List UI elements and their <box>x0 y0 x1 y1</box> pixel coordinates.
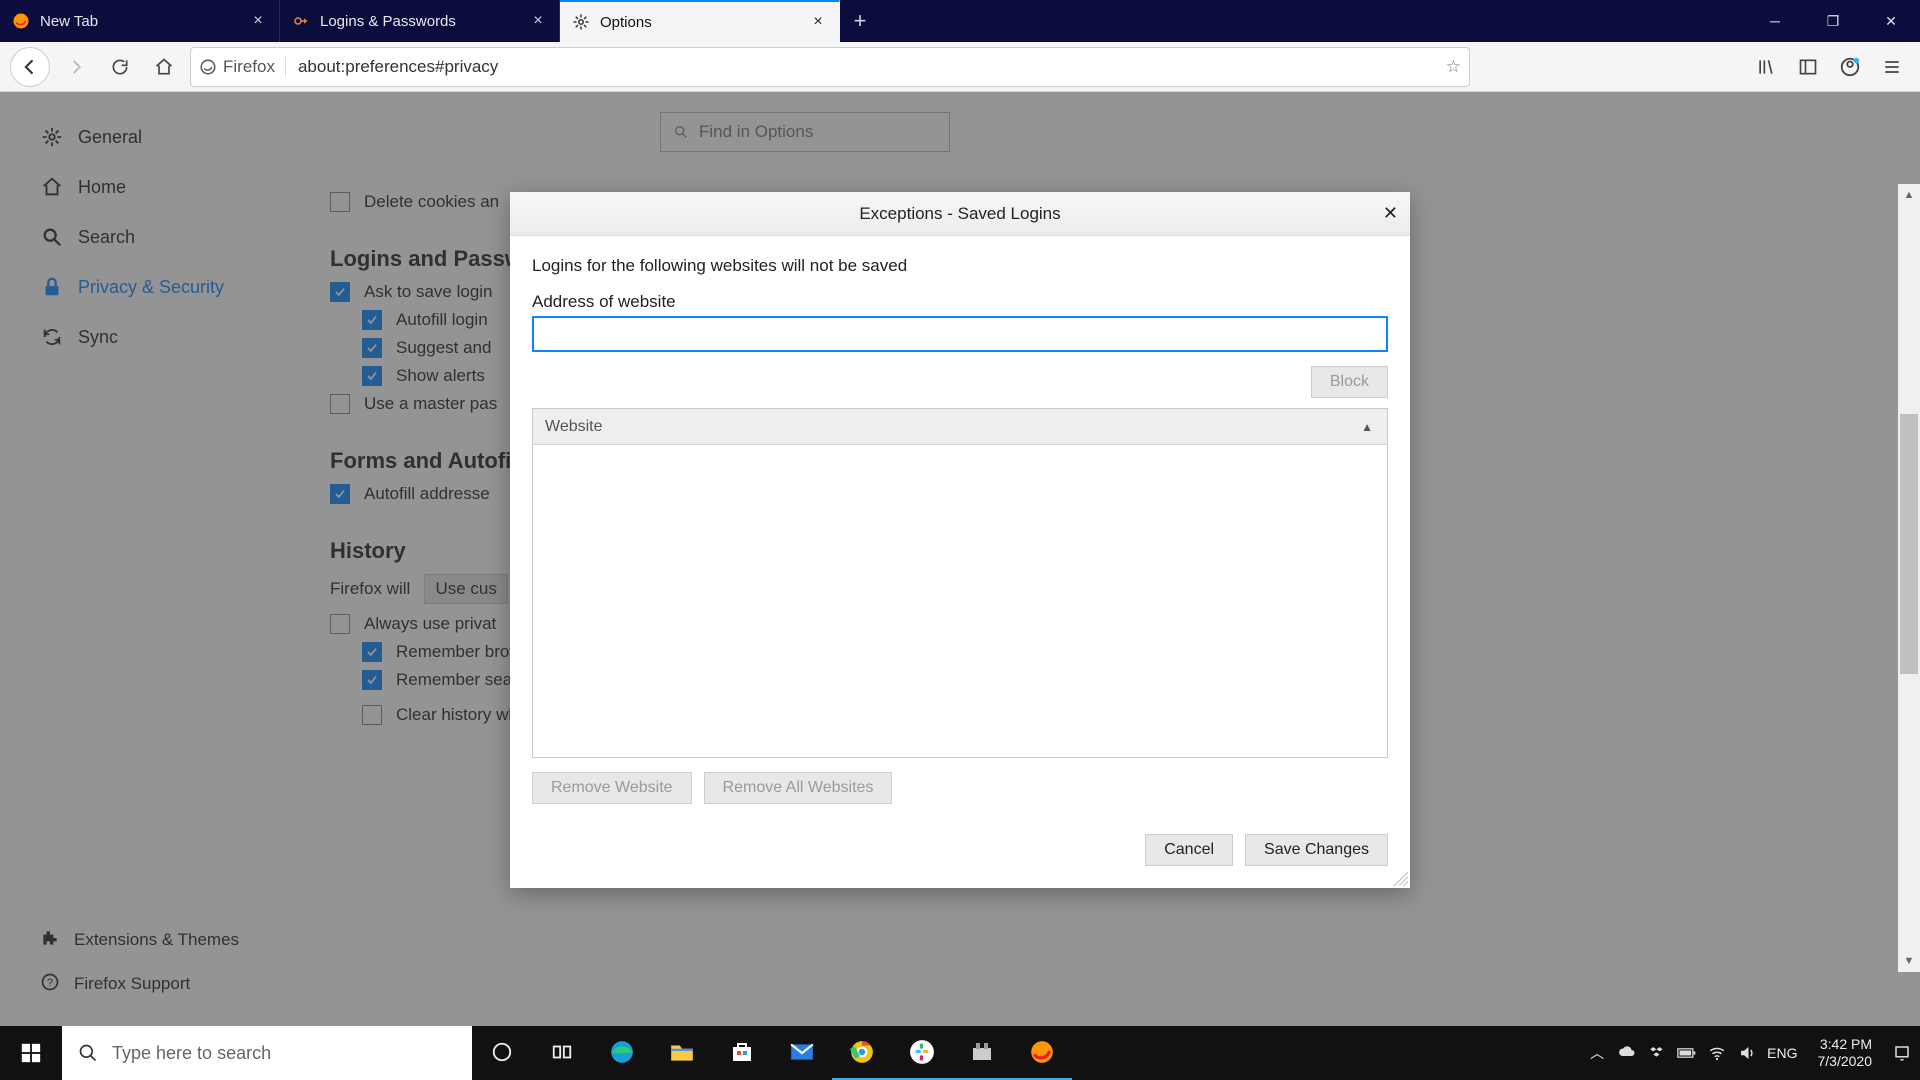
sidebar-icon[interactable] <box>1790 49 1826 85</box>
tab-new-tab[interactable]: New Tab × <box>0 0 280 42</box>
titlebar: New Tab × Logins & Passwords × Options ×… <box>0 0 1920 42</box>
cortana-icon[interactable] <box>472 1026 532 1080</box>
tray-expand-icon[interactable]: ︿ <box>1587 1043 1607 1063</box>
slack-icon[interactable] <box>892 1026 952 1080</box>
address-label: Address of website <box>532 292 1388 312</box>
file-explorer-icon[interactable] <box>652 1026 712 1080</box>
tab-logins[interactable]: Logins & Passwords × <box>280 0 560 42</box>
identity-label: Firefox <box>223 57 275 77</box>
exceptions-list[interactable]: Website ▲ <box>532 408 1388 758</box>
wifi-icon[interactable] <box>1707 1043 1727 1063</box>
tab-label: Options <box>600 14 809 31</box>
tab-label: New Tab <box>40 13 249 30</box>
reload-button[interactable] <box>102 49 138 85</box>
sort-asc-icon: ▲ <box>1361 420 1373 434</box>
remove-all-websites-button[interactable]: Remove All Websites <box>704 772 893 804</box>
url-bar[interactable]: Firefox about:preferences#privacy ☆ <box>190 47 1470 87</box>
scroll-down-arrow-icon[interactable]: ▼ <box>1898 950 1920 972</box>
firefox-mono-icon <box>199 58 217 76</box>
scrollbar-thumb[interactable] <box>1900 414 1918 674</box>
clock-date: 7/3/2020 <box>1818 1053 1873 1070</box>
dialog-close-button[interactable]: ✕ <box>1383 203 1398 224</box>
notifications-icon[interactable] <box>1892 1043 1912 1063</box>
store-icon[interactable] <box>712 1026 772 1080</box>
nav-toolbar: Firefox about:preferences#privacy ☆ <box>0 42 1920 92</box>
mail-icon[interactable] <box>772 1026 832 1080</box>
search-placeholder: Type here to search <box>112 1043 271 1064</box>
toolbar-right <box>1748 49 1910 85</box>
close-icon[interactable]: × <box>249 12 267 30</box>
clock-time: 3:42 PM <box>1818 1036 1873 1053</box>
firefox-icon <box>12 12 30 30</box>
exceptions-dialog: Exceptions - Saved Logins ✕ Logins for t… <box>510 192 1410 888</box>
tab-label: Logins & Passwords <box>320 13 529 30</box>
save-changes-button[interactable]: Save Changes <box>1245 834 1388 866</box>
menu-icon[interactable] <box>1874 49 1910 85</box>
start-button[interactable] <box>0 1026 62 1080</box>
back-button[interactable] <box>10 47 50 87</box>
dropbox-icon[interactable] <box>1647 1043 1667 1063</box>
dialog-description: Logins for the following websites will n… <box>532 256 1388 276</box>
address-input[interactable] <box>532 316 1388 352</box>
dialog-titlebar: Exceptions - Saved Logins ✕ <box>510 192 1410 236</box>
account-icon[interactable] <box>1832 49 1868 85</box>
identity-box[interactable]: Firefox <box>199 57 286 77</box>
list-header-website[interactable]: Website ▲ <box>533 409 1387 445</box>
close-icon[interactable]: × <box>809 13 827 31</box>
new-tab-button[interactable]: + <box>840 0 880 42</box>
dialog-title-text: Exceptions - Saved Logins <box>859 204 1060 224</box>
url-text: about:preferences#privacy <box>286 57 1446 77</box>
taskbar-clock[interactable]: 3:42 PM 7/3/2020 <box>1808 1036 1883 1070</box>
remove-website-button[interactable]: Remove Website <box>532 772 692 804</box>
scroll-up-arrow-icon[interactable]: ▲ <box>1898 184 1920 206</box>
edge-icon[interactable] <box>592 1026 652 1080</box>
forward-button[interactable] <box>58 49 94 85</box>
gear-icon <box>572 13 590 31</box>
windows-taskbar: Type here to search ︿ ENG 3:42 PM 7/3/20… <box>0 1026 1920 1080</box>
maximize-button[interactable]: ❐ <box>1804 0 1862 42</box>
volume-icon[interactable] <box>1737 1043 1757 1063</box>
cancel-button[interactable]: Cancel <box>1145 834 1233 866</box>
search-icon <box>78 1043 98 1063</box>
system-tray: ︿ ENG 3:42 PM 7/3/2020 <box>1587 1036 1920 1070</box>
language-indicator[interactable]: ENG <box>1767 1045 1797 1061</box>
column-label: Website <box>545 418 603 436</box>
bookmark-star-icon[interactable]: ☆ <box>1446 57 1461 77</box>
tab-options[interactable]: Options × <box>560 0 840 42</box>
taskbar-apps <box>472 1026 1072 1080</box>
app-icon[interactable] <box>952 1026 1012 1080</box>
vertical-scrollbar[interactable]: ▲ ▼ <box>1898 184 1920 972</box>
onedrive-icon[interactable] <box>1617 1043 1637 1063</box>
key-icon <box>292 12 310 30</box>
close-icon[interactable]: × <box>529 12 547 30</box>
tab-strip: New Tab × Logins & Passwords × Options ×… <box>0 0 880 42</box>
battery-icon[interactable] <box>1677 1043 1697 1063</box>
firefox-taskbar-icon[interactable] <box>1012 1026 1072 1080</box>
window-controls: ─ ❐ ✕ <box>1746 0 1920 42</box>
library-icon[interactable] <box>1748 49 1784 85</box>
minimize-button[interactable]: ─ <box>1746 0 1804 42</box>
home-button[interactable] <box>146 49 182 85</box>
task-view-icon[interactable] <box>532 1026 592 1080</box>
chrome-icon[interactable] <box>832 1026 892 1080</box>
resize-grip-icon[interactable] <box>1394 872 1408 886</box>
taskbar-search[interactable]: Type here to search <box>62 1026 472 1080</box>
block-button[interactable]: Block <box>1311 366 1388 398</box>
close-window-button[interactable]: ✕ <box>1862 0 1920 42</box>
